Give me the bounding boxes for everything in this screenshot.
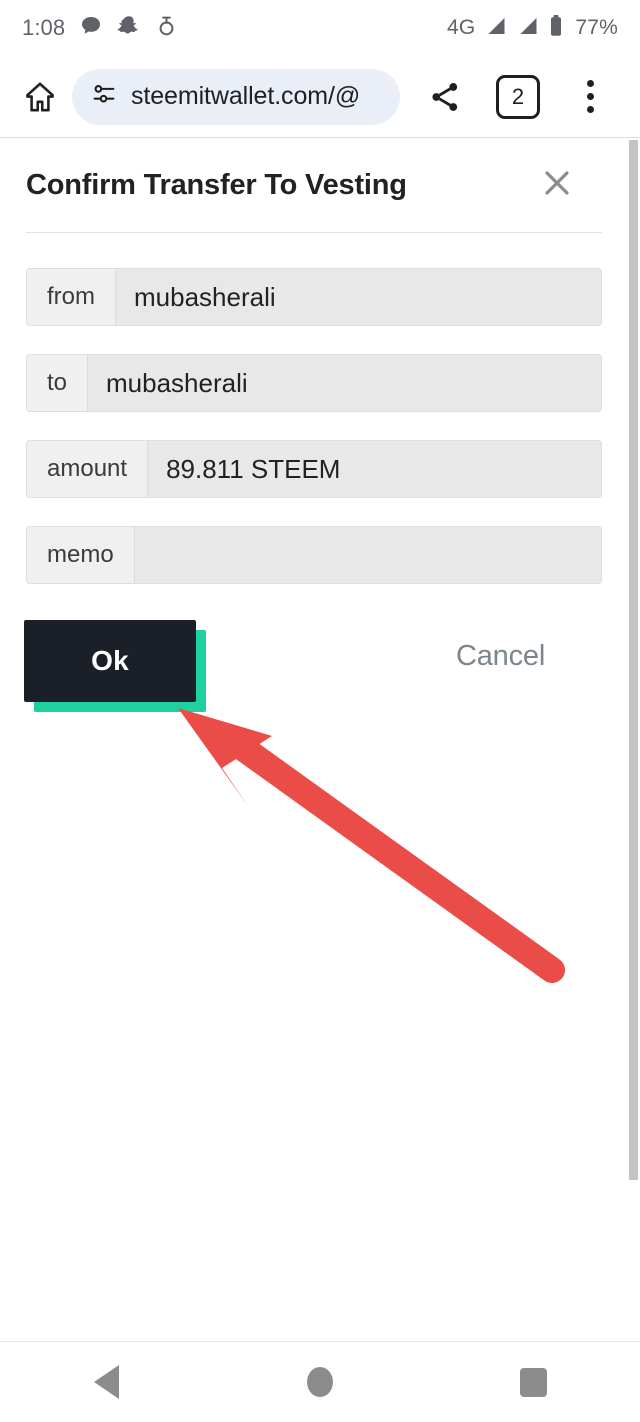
field-row-memo: memo	[26, 526, 602, 584]
browser-toolbar: steemitwallet.com/@ 2	[0, 56, 640, 137]
cancel-button[interactable]: Cancel	[456, 640, 545, 673]
field-label: memo	[27, 527, 135, 583]
status-bar: 1:08 4G 77%	[0, 0, 640, 56]
field-value-from: mubasherali	[116, 269, 601, 325]
field-row-from: from mubasherali	[26, 268, 602, 326]
url-text[interactable]: steemitwallet.com/@	[131, 82, 360, 111]
field-value-memo	[134, 527, 601, 583]
dialog-actions: Ok Cancel	[24, 612, 602, 722]
menu-dot	[586, 80, 594, 87]
tab-count-label: 2	[511, 83, 525, 109]
recents-square-icon[interactable]	[483, 1347, 583, 1417]
signal-bars-icon-2	[516, 15, 539, 42]
field-label: amount	[27, 441, 149, 497]
field-value-amount: 89.811 STEEM	[148, 441, 601, 497]
status-bar-right: 4G 77%	[447, 14, 618, 43]
page-title: Confirm Transfer To Vesting	[26, 168, 407, 201]
page-viewport: Confirm Transfer To Vesting from mubashe…	[0, 138, 640, 1341]
back-triangle-icon[interactable]	[57, 1347, 157, 1417]
ok-button-wrapper: Ok	[24, 620, 206, 712]
transfer-fields: from mubasherali to mubasherali amount 8…	[26, 233, 602, 584]
ring-alarm-icon	[155, 14, 178, 43]
battery-icon	[548, 14, 564, 43]
field-value-to: mubasherali	[88, 355, 601, 411]
status-time: 1:08	[22, 15, 66, 40]
status-bar-left: 1:08	[22, 14, 178, 43]
three-dot-menu-icon[interactable]	[568, 75, 612, 119]
close-x-icon[interactable]	[534, 160, 580, 206]
home-icon[interactable]	[18, 75, 62, 119]
android-nav-bar	[0, 1341, 640, 1422]
tab-switcher-button[interactable]: 2	[496, 74, 540, 119]
dialog-header: Confirm Transfer To Vesting	[26, 138, 602, 232]
field-row-amount: amount 89.811 STEEM	[26, 440, 602, 498]
field-label: from	[27, 269, 116, 325]
snapchat-ghost-icon	[117, 14, 141, 43]
page-scrollbar-thumb[interactable]	[629, 140, 638, 1180]
field-row-to: to mubasherali	[26, 354, 602, 412]
battery-percent-label: 77%	[575, 16, 618, 39]
signal-bars-icon-1	[484, 15, 507, 42]
network-type-label: 4G	[446, 16, 476, 39]
share-icon[interactable]	[422, 74, 468, 120]
url-bar[interactable]: steemitwallet.com/@	[72, 68, 400, 125]
confirm-transfer-dialog: Confirm Transfer To Vesting from mubashe…	[0, 138, 628, 722]
menu-dot	[586, 93, 594, 100]
message-bubble-icon	[79, 14, 103, 43]
field-label: to	[27, 355, 89, 411]
site-settings-tune-icon[interactable]	[90, 80, 118, 113]
menu-dot	[586, 106, 594, 113]
ok-button[interactable]: Ok	[24, 620, 196, 702]
home-circle-icon[interactable]	[270, 1347, 370, 1417]
